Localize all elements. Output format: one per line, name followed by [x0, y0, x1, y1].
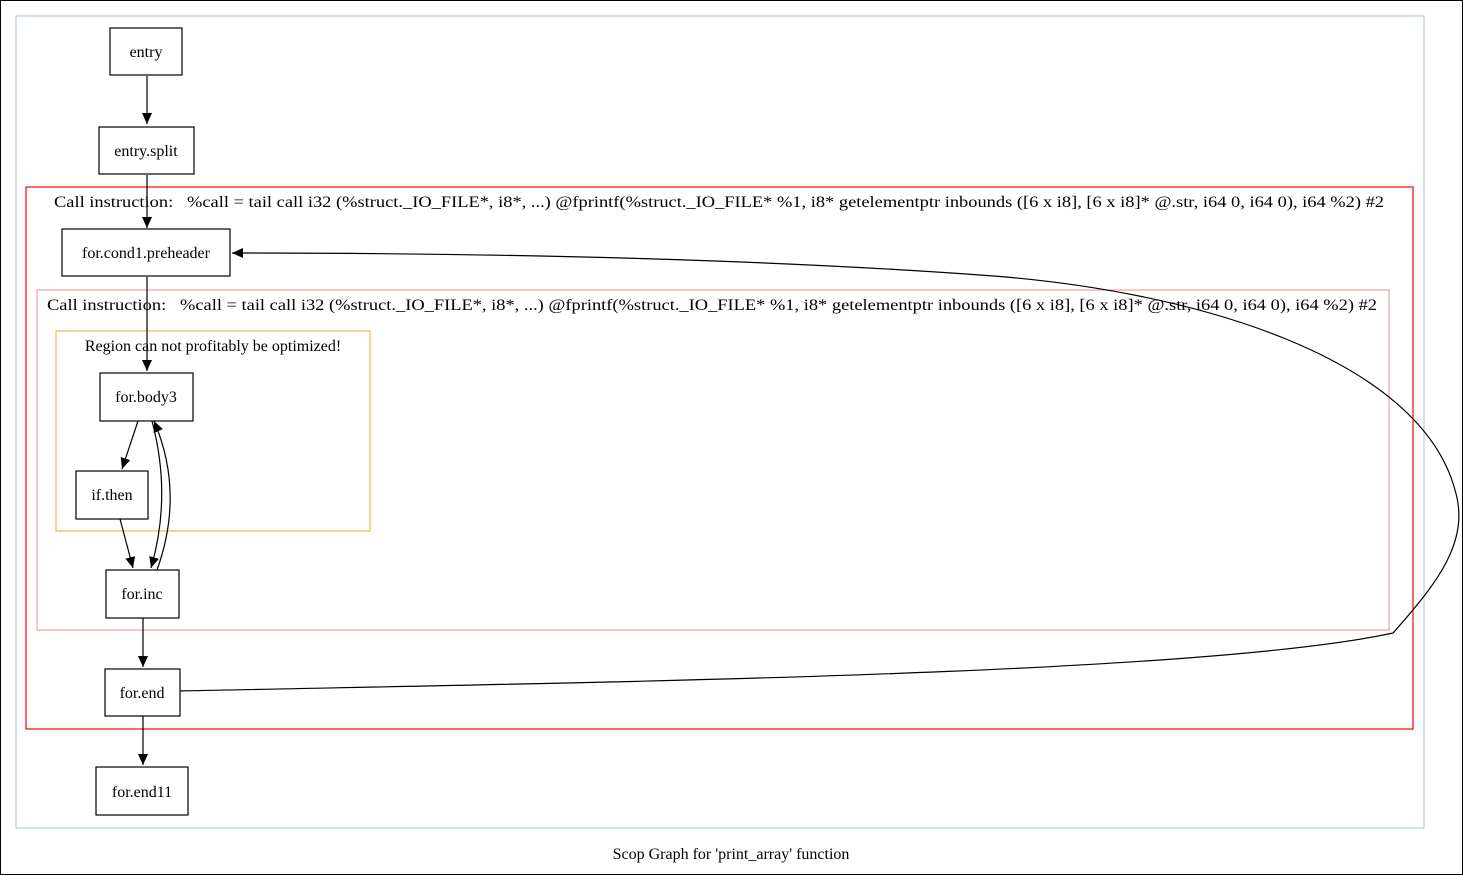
node-for-inc-label: for.inc [121, 586, 162, 603]
node-if-then[interactable]: if.then [75, 470, 149, 520]
node-for-end11[interactable]: for.end11 [95, 766, 189, 816]
loop-region-label: Region can not profitably be optimized! [85, 338, 341, 355]
inner-region-label: Call instruction: %call = tail call i32 … [47, 297, 1377, 314]
node-for-end11-label: for.end11 [112, 784, 172, 801]
image-border [0, 0, 1463, 875]
node-entry-split[interactable]: entry.split [98, 126, 195, 175]
node-for-body3[interactable]: for.body3 [99, 372, 194, 422]
node-for-end[interactable]: for.end [104, 668, 181, 717]
node-entry-split-label: entry.split [114, 143, 178, 160]
node-entry[interactable]: entry [109, 27, 183, 76]
outer-region-label: Call instruction: %call = tail call i32 … [54, 194, 1384, 211]
node-for-inc[interactable]: for.inc [105, 569, 180, 619]
node-entry-label: entry [130, 44, 163, 61]
scop-graph: Call instruction: %call = tail call i32 … [0, 0, 1463, 875]
node-for-cond1-preheader[interactable]: for.cond1.preheader [61, 228, 231, 277]
node-for-cond1-preheader-label: for.cond1.preheader [82, 245, 211, 262]
graph-caption: Scop Graph for 'print_array' function [613, 846, 850, 863]
node-for-end-label: for.end [120, 685, 165, 702]
node-for-body3-label: for.body3 [115, 389, 177, 406]
node-if-then-label: if.then [91, 487, 132, 504]
